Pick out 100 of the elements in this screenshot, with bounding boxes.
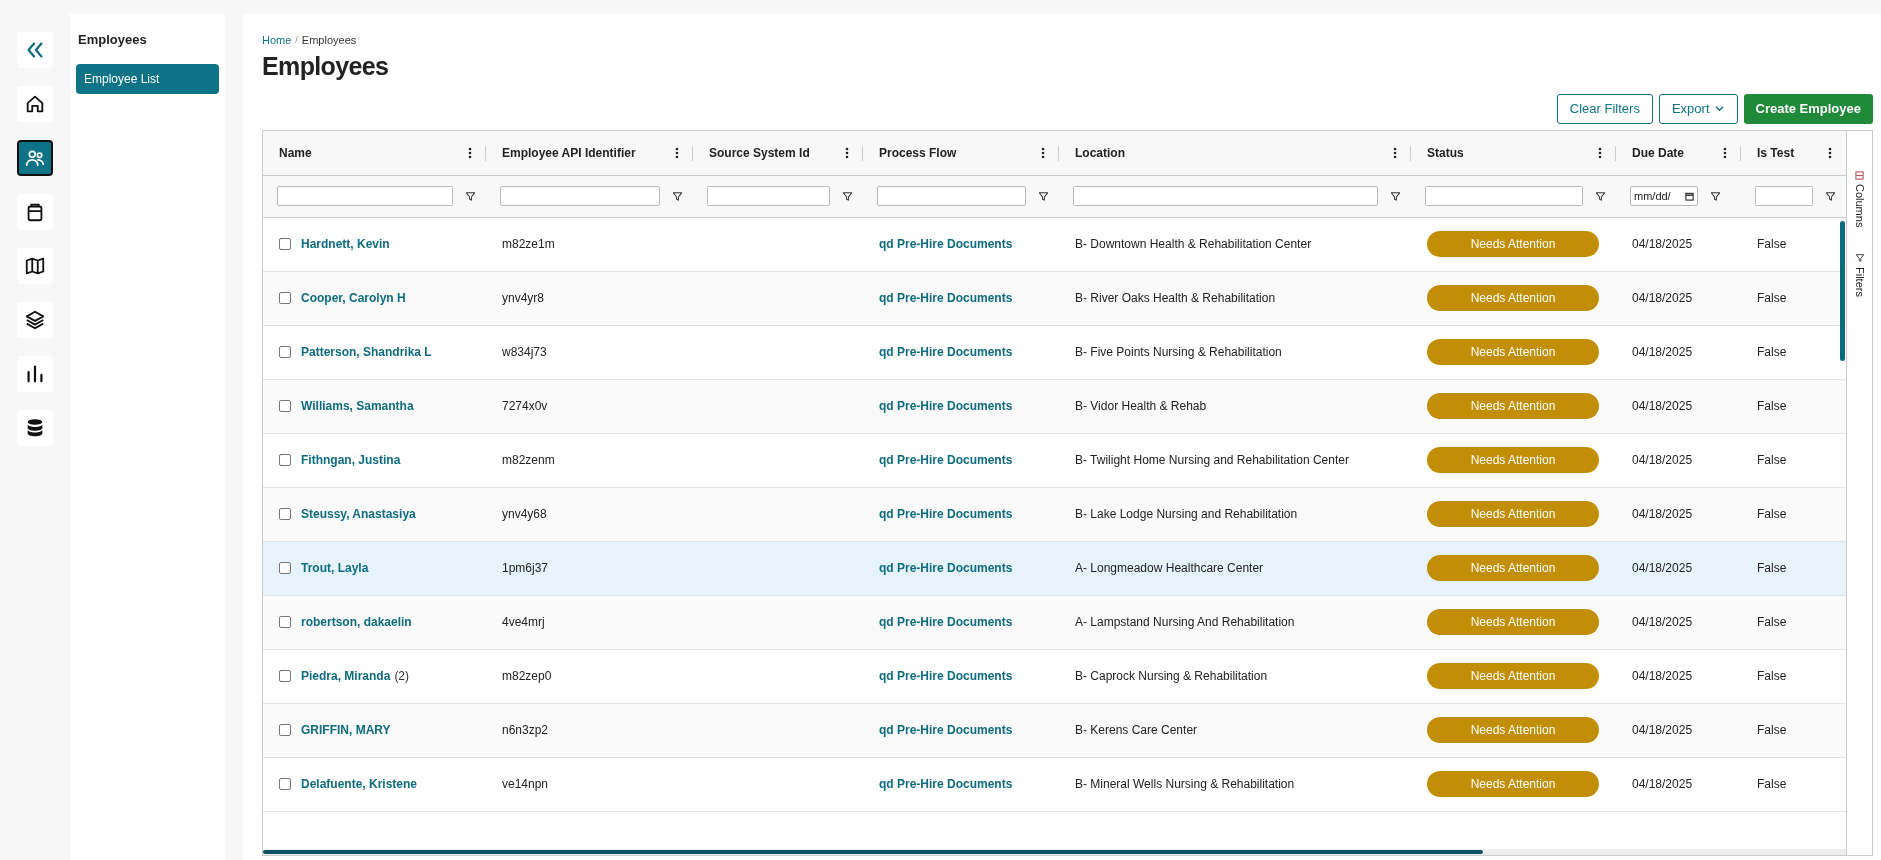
map-button[interactable] [17,248,53,284]
column-header[interactable]: Location [1075,143,1125,162]
collapse-button[interactable] [17,32,53,68]
column-menu-icon[interactable] [1393,146,1397,159]
process-flow-link[interactable]: qd Pre-Hire Documents [863,397,1059,416]
table-cell-text: False [1756,290,1788,308]
table-cell-text: 04/18/2025 [1631,614,1694,632]
breadcrumb-current: Employees [301,33,357,48]
column-menu-icon[interactable] [1828,146,1832,159]
column-menu-icon[interactable] [1723,146,1727,159]
row-checkbox[interactable] [279,724,291,737]
employee-name-link[interactable]: Fithngan, Justina [301,451,401,470]
filter-icon[interactable] [465,190,476,202]
bar-chart-button[interactable] [17,356,53,392]
filter-field[interactable] [707,186,830,207]
database-button[interactable] [17,410,53,446]
filter-icon[interactable] [1595,190,1606,202]
column-header[interactable]: Due Date [1632,143,1684,162]
table-cell-text: False [1756,722,1788,740]
employee-name-link[interactable]: Williams, Samantha [301,397,414,416]
row-checkbox[interactable] [279,400,291,413]
filters-tab[interactable]: Filters [1851,253,1868,298]
column-header[interactable]: Process Flow [879,143,957,162]
table-cell-text: False [1756,344,1788,362]
filter-field[interactable] [500,186,660,207]
filter-icon[interactable] [1038,190,1049,202]
filter-icon[interactable] [1390,190,1401,202]
column-header[interactable]: Is Test [1757,143,1795,162]
process-flow-link[interactable]: qd Pre-Hire Documents [863,235,1059,254]
process-flow-link[interactable]: qd Pre-Hire Documents [863,559,1059,578]
breadcrumb-link[interactable]: Home [262,32,292,49]
column-header[interactable]: Name [279,143,312,162]
breadcrumb-separator: / [295,33,298,47]
date-filter-field[interactable]: mm/dd/ [1630,186,1698,207]
table-cell-text: False [1756,506,1788,524]
create-button[interactable]: Create Employee [1743,93,1873,124]
employee-name-link[interactable]: GRIFFIN, MARY [301,721,391,740]
employee-name-link[interactable]: Hardnett, Kevin [301,235,390,254]
home-icon [24,93,46,115]
process-flow-link[interactable]: qd Pre-Hire Documents [863,289,1059,308]
row-checkbox[interactable] [279,292,291,305]
table-cell-text: 04/18/2025 [1631,398,1694,416]
employee-name-link[interactable]: Patterson, Shandrika L [301,343,432,362]
table-cell-text: False [1756,236,1788,254]
calendar-icon[interactable] [1685,191,1694,201]
process-flow-link[interactable]: qd Pre-Hire Documents [863,451,1059,470]
filter-icon[interactable] [842,190,853,202]
row-checkbox[interactable] [279,562,291,575]
export-button[interactable]: Export [1658,93,1738,124]
employee-name-link[interactable]: Steussy, Anastasiya [301,505,416,524]
filter-icon[interactable] [672,190,683,202]
horizontal-scrollbar[interactable] [263,850,1483,854]
table-cell-text: m82ze1m [501,236,556,254]
row-checkbox[interactable] [279,508,291,521]
process-flow-link[interactable]: qd Pre-Hire Documents [863,505,1059,524]
row-checkbox[interactable] [279,346,291,359]
row-checkbox[interactable] [279,238,291,251]
filter-field[interactable] [1073,186,1378,207]
table-cell-text: B- Kerens Care Center [1074,722,1199,740]
column-menu-icon[interactable] [1598,146,1602,159]
column-menu-icon[interactable] [1041,146,1045,159]
row-checkbox[interactable] [279,670,291,683]
process-flow-link[interactable]: qd Pre-Hire Documents [863,667,1059,686]
employee-name-link[interactable]: robertson, dakaelin [301,613,412,632]
row-checkbox[interactable] [279,454,291,467]
clear-filters-button[interactable]: Clear Filters [1556,93,1653,124]
layers-button[interactable] [17,302,53,338]
filter-icon[interactable] [1710,190,1721,202]
column-menu-icon[interactable] [675,146,679,159]
table-cell-text: B- Five Points Nursing & Rehabilitation [1074,344,1283,362]
columns-tab[interactable]: Columns [1851,170,1868,228]
table-cell-text: w834j73 [501,344,548,362]
column-header[interactable]: Status [1427,143,1464,162]
process-flow-link[interactable]: qd Pre-Hire Documents [863,343,1059,362]
filter-field[interactable] [877,186,1026,207]
vertical-scrollbar[interactable] [1840,220,1845,361]
status-badge: Needs Attention [1427,501,1599,528]
filter-field[interactable] [277,186,453,207]
row-checkbox[interactable] [279,616,291,629]
process-flow-link[interactable]: qd Pre-Hire Documents [863,775,1059,794]
employee-name-link[interactable]: Delafuente, Kristene [301,775,418,794]
process-flow-link[interactable]: qd Pre-Hire Documents [863,613,1059,632]
home-button[interactable] [17,86,53,122]
column-header[interactable]: Source System Id [709,143,810,162]
filter-icon[interactable] [1825,190,1836,202]
page-title: Employees [262,50,390,82]
column-menu-icon[interactable] [845,146,849,159]
employee-name-link[interactable]: Piedra, Miranda [301,667,391,686]
clipboard-button[interactable] [17,194,53,230]
filter-field[interactable] [1425,186,1583,207]
sidebar-item[interactable]: Employee List [76,63,219,94]
employee-name-link[interactable]: Cooper, Carolyn H [301,289,406,308]
table-cell-text: 04/18/2025 [1631,344,1694,362]
filter-field[interactable] [1755,186,1813,207]
employee-name-link[interactable]: Trout, Layla [301,559,369,578]
column-header[interactable]: Employee API Identifier [502,143,636,162]
people-button[interactable] [17,140,53,176]
process-flow-link[interactable]: qd Pre-Hire Documents [863,721,1059,740]
column-menu-icon[interactable] [468,146,472,159]
row-checkbox[interactable] [279,778,291,791]
